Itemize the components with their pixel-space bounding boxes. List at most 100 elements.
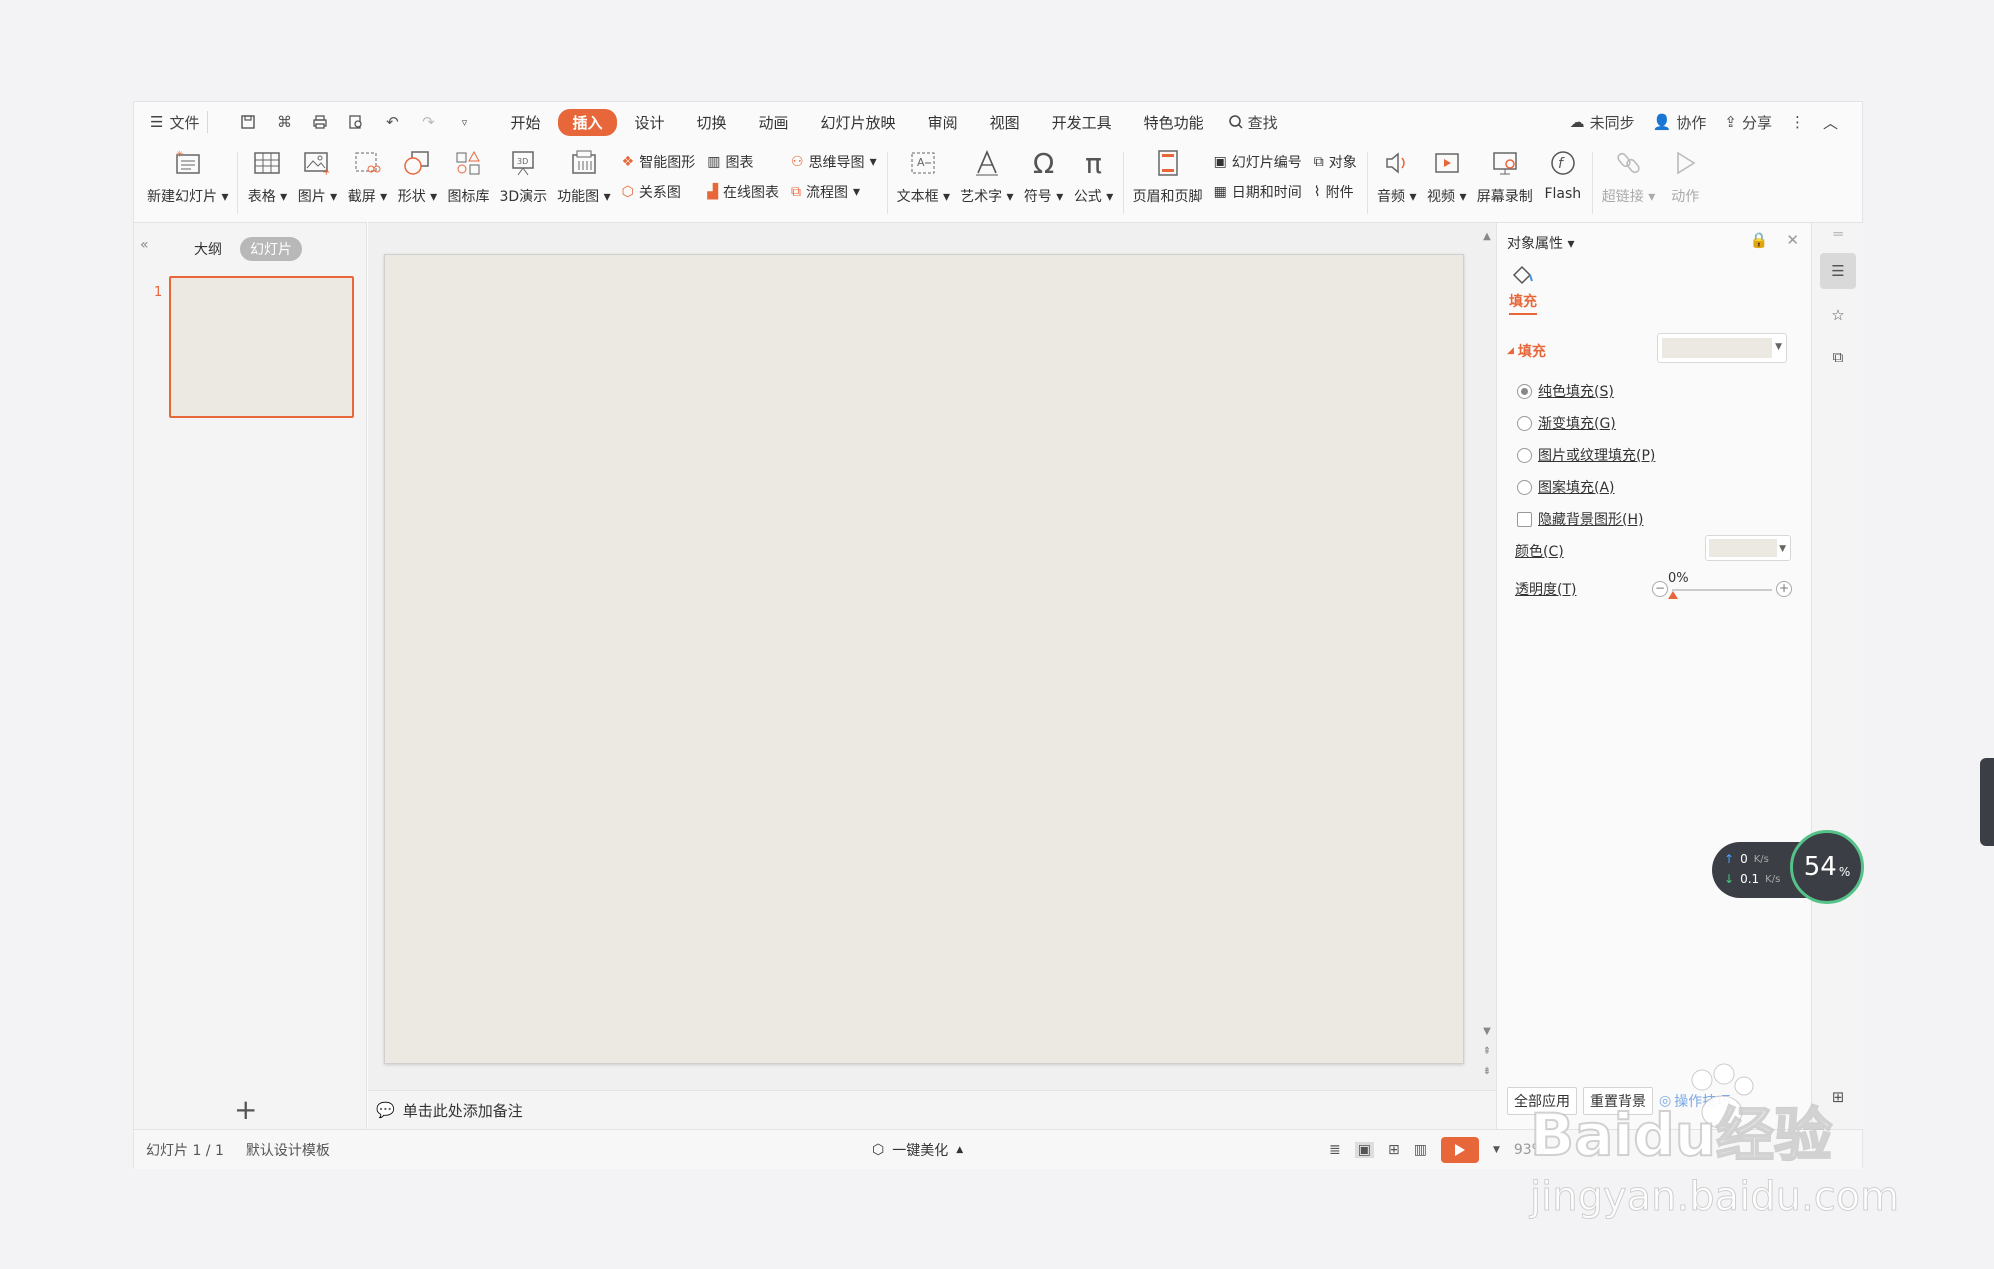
- more-icon[interactable]: ⋮: [1790, 113, 1805, 131]
- edge-dock-widget[interactable]: [1980, 758, 1994, 846]
- prev-slide-icon[interactable]: ⇞: [1482, 1046, 1492, 1057]
- tab-insert[interactable]: 插入: [558, 108, 617, 136]
- new-slide-button[interactable]: ✳ 新建幻灯片 ▾: [142, 146, 233, 206]
- tab-fill[interactable]: 填充: [1509, 263, 1537, 315]
- print-preview-icon[interactable]: [346, 112, 366, 132]
- network-speed-widget[interactable]: ↑ 0 K/s ↓ 0.1 K/s 54%: [1712, 830, 1864, 904]
- color-dropdown[interactable]: ▼: [1705, 535, 1791, 561]
- reading-view-icon[interactable]: ▥: [1414, 1142, 1427, 1158]
- tab-slideshow[interactable]: 幻灯片放映: [807, 109, 910, 136]
- hyperlink-button[interactable]: 超链接 ▾: [1597, 146, 1660, 206]
- tab-animations[interactable]: 动画: [745, 109, 803, 136]
- picture-fill-option[interactable]: 图片或纹理填充(P): [1517, 445, 1655, 465]
- tab-review[interactable]: 审阅: [914, 109, 972, 136]
- icon-library-button[interactable]: 图标库: [442, 146, 494, 206]
- chevron-down-icon[interactable]: ▼: [1493, 1145, 1500, 1155]
- gradient-fill-option[interactable]: 渐变填充(G): [1517, 413, 1655, 433]
- screenshot-button[interactable]: 截屏 ▾: [342, 146, 392, 206]
- slide-thumbnail[interactable]: [169, 276, 354, 418]
- 3d-demo-button[interactable]: 3D 3D演示: [494, 146, 552, 206]
- smart-art-button[interactable]: ❖ 智能图形: [622, 152, 696, 172]
- print-icon[interactable]: [310, 112, 330, 132]
- sorter-view-icon[interactable]: ⊞: [1388, 1142, 1400, 1158]
- formula-button[interactable]: π 公式 ▾: [1069, 146, 1119, 206]
- notes-pane[interactable]: 💬 单击此处添加备注: [368, 1090, 1496, 1129]
- collapse-panel-icon[interactable]: «: [140, 237, 149, 253]
- file-menu[interactable]: ☰ 文件: [150, 112, 199, 133]
- screen-record-button[interactable]: 屏幕录制: [1472, 146, 1538, 206]
- tab-slides[interactable]: 幻灯片: [240, 237, 302, 261]
- flash-button[interactable]: f Flash: [1538, 146, 1588, 202]
- audio-button[interactable]: 音频 ▾: [1372, 146, 1422, 206]
- search-button[interactable]: 查找: [1228, 112, 1278, 133]
- scroll-up-icon[interactable]: ▲: [1482, 231, 1492, 242]
- solid-fill-option[interactable]: 纯色填充(S): [1517, 381, 1655, 401]
- object-button[interactable]: ⧉ 对象: [1314, 152, 1357, 172]
- tab-design[interactable]: 设计: [621, 109, 679, 136]
- close-icon[interactable]: ✕: [1786, 231, 1799, 249]
- tab-features[interactable]: 特色功能: [1130, 109, 1218, 136]
- datetime-button[interactable]: ▦ 日期和时间: [1214, 182, 1302, 202]
- fill-color-dropdown[interactable]: ▼: [1657, 333, 1787, 363]
- tab-outline[interactable]: 大纲: [184, 237, 232, 261]
- tab-transitions[interactable]: 切换: [683, 109, 741, 136]
- online-chart-button[interactable]: ▟ 在线图表: [707, 182, 779, 202]
- relation-chart-button[interactable]: ⬡ 关系图: [622, 182, 696, 202]
- format-painter-icon[interactable]: ⌘: [274, 112, 294, 132]
- table-button[interactable]: 表格 ▾: [242, 146, 292, 206]
- radio-button[interactable]: [1517, 447, 1532, 463]
- add-slide-icon[interactable]: +: [234, 1093, 257, 1126]
- radio-button[interactable]: [1517, 383, 1532, 399]
- sync-button[interactable]: ☁ 未同步: [1570, 112, 1635, 133]
- play-slideshow-button[interactable]: [1440, 1136, 1479, 1163]
- textbox-button[interactable]: A 文本框 ▾: [892, 146, 955, 206]
- radio-button[interactable]: [1517, 415, 1532, 431]
- vertical-scrollbar[interactable]: ▲ ▼ ⇞ ⇟: [1482, 231, 1492, 1091]
- slider-handle[interactable]: [1668, 591, 1678, 599]
- symbol-button[interactable]: Ω 符号 ▾: [1019, 146, 1069, 206]
- save-icon[interactable]: [238, 112, 258, 132]
- tab-view[interactable]: 视图: [976, 109, 1034, 136]
- undo-icon[interactable]: ↶: [382, 112, 402, 132]
- hide-bg-graphics-option[interactable]: 隐藏背景图形(H): [1517, 509, 1655, 529]
- redo-icon[interactable]: ↷: [418, 112, 438, 132]
- mindmap-button[interactable]: ⚇ 思维导图 ▾: [791, 152, 877, 172]
- attachment-button[interactable]: ⌇ 附件: [1314, 182, 1357, 202]
- picture-button[interactable]: + 图片 ▾: [292, 146, 342, 206]
- slide-number-button[interactable]: ▣ 幻灯片编号: [1214, 152, 1302, 172]
- header-footer-button[interactable]: 页眉和页脚: [1128, 146, 1208, 206]
- share-button[interactable]: ⇪ 分享: [1724, 112, 1772, 133]
- video-button[interactable]: 视频 ▾: [1422, 146, 1472, 206]
- normal-view-icon[interactable]: ▣: [1354, 1141, 1374, 1158]
- animation-sidebar-button[interactable]: ☆: [1820, 297, 1856, 333]
- collab-button[interactable]: 👤 协作: [1653, 112, 1707, 133]
- transparency-slider[interactable]: − 0% +: [1652, 571, 1792, 601]
- checkbox[interactable]: [1517, 511, 1532, 527]
- wordart-button[interactable]: 艺术字 ▾: [955, 146, 1018, 206]
- slide-canvas[interactable]: [384, 254, 1464, 1064]
- customize-qa-icon[interactable]: ▿: [454, 112, 474, 132]
- notes-toggle-icon[interactable]: ≣: [1329, 1142, 1341, 1158]
- beautify-button[interactable]: ⬡ 一键美化 ▲: [872, 1140, 963, 1160]
- collapse-ribbon-icon[interactable]: ︿: [1823, 112, 1838, 133]
- template-name[interactable]: 默认设计模板: [246, 1140, 330, 1160]
- download-value: 0.1: [1740, 872, 1760, 886]
- next-slide-icon[interactable]: ⇟: [1482, 1066, 1492, 1077]
- function-chart-button[interactable]: 功能图 ▾: [552, 146, 615, 206]
- radio-button[interactable]: [1517, 479, 1532, 495]
- properties-sidebar-button[interactable]: ☰: [1820, 253, 1856, 289]
- shape-button[interactable]: 形状 ▾: [392, 146, 442, 206]
- fill-section-header[interactable]: ◢ 填充: [1507, 341, 1546, 361]
- right-sidebar: ═ ☰ ☆ ⧉ ⊞: [1811, 222, 1863, 1129]
- increase-icon[interactable]: +: [1776, 581, 1792, 597]
- flowchart-button[interactable]: ⧉ 流程图 ▾: [791, 182, 877, 202]
- scroll-down-icon[interactable]: ▼: [1482, 1026, 1492, 1037]
- tab-developer[interactable]: 开发工具: [1038, 109, 1126, 136]
- transition-sidebar-button[interactable]: ⧉: [1820, 339, 1856, 375]
- pattern-fill-option[interactable]: 图案填充(A): [1517, 477, 1655, 497]
- action-button[interactable]: 动作: [1660, 146, 1710, 206]
- lock-icon[interactable]: 🔒: [1750, 231, 1769, 249]
- chart-button[interactable]: ▥ 图表: [707, 152, 779, 172]
- decrease-icon[interactable]: −: [1652, 581, 1668, 597]
- tab-home[interactable]: 开始: [496, 109, 554, 136]
